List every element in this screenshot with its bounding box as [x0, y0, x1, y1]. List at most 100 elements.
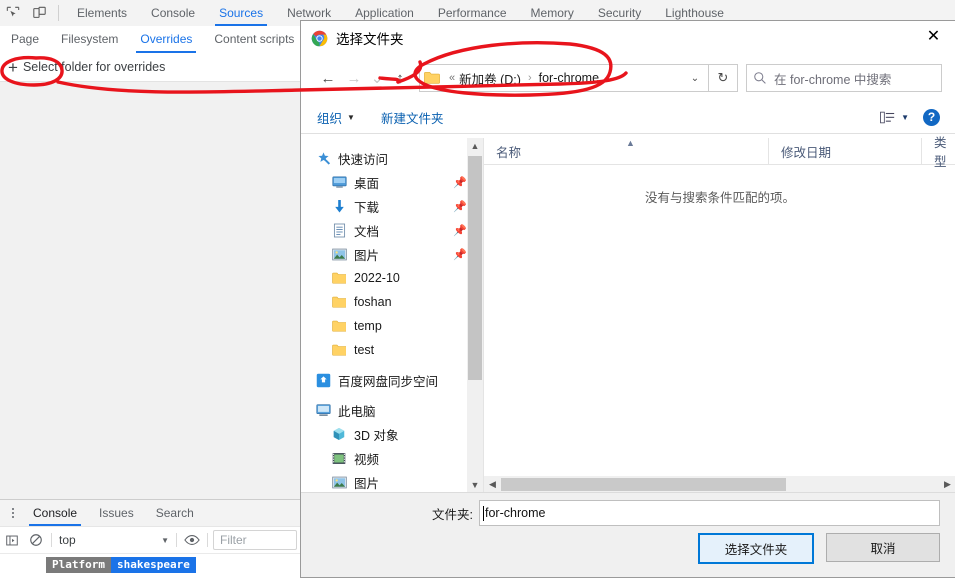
tree-item-label: 此电脑 — [338, 404, 376, 419]
breadcrumb-folder[interactable]: for-chrome — [539, 71, 599, 85]
search-icon — [754, 72, 766, 84]
column-header-name[interactable]: ▲ 名称 — [484, 138, 769, 164]
pin-icon[interactable]: 📌 — [453, 176, 467, 189]
drawer-tab-console[interactable]: Console — [22, 500, 88, 526]
folder-name-input[interactable]: for-chrome — [479, 500, 940, 526]
breadcrumb-separator-icon: › — [527, 72, 532, 84]
subtab-content-scripts[interactable]: Content scripts — [203, 26, 305, 53]
search-input[interactable]: 在 for-chrome 中搜索 — [746, 64, 942, 92]
organize-label: 组织 — [317, 111, 343, 126]
tree-item-temp[interactable]: temp — [301, 314, 483, 338]
tree-item-label: 图片 — [354, 248, 380, 263]
tree-item-label: 视频 — [354, 452, 380, 467]
live-expression-eye-icon[interactable] — [180, 528, 204, 552]
scrollbar-thumb[interactable] — [501, 478, 786, 491]
recent-locations-button[interactable]: ⌄ — [367, 65, 387, 91]
console-sidebar-toggle-icon[interactable] — [0, 528, 24, 552]
subtab-overrides[interactable]: Overrides — [129, 26, 203, 53]
tree-item-pictures-pc[interactable]: 图片 — [301, 470, 483, 493]
navigation-tree: 快速访问 桌面 📌 下载 📌 文档 📌 图片 📌 2022-10 foshan … — [301, 138, 484, 493]
inspect-element-icon[interactable] — [0, 1, 26, 25]
tree-item-quick-access[interactable]: 快速访问 — [301, 146, 483, 170]
tree-item-label: test — [354, 343, 375, 357]
badge-shakespeare: shakespeare — [110, 557, 196, 573]
tree-item-videos[interactable]: 视频 — [301, 446, 483, 470]
new-folder-button[interactable]: 新建文件夹 — [381, 108, 444, 127]
pin-icon[interactable]: 📌 — [453, 200, 467, 213]
refresh-button[interactable]: ↻ — [709, 64, 738, 92]
tree-item-2022-10[interactable]: 2022-10 — [301, 266, 483, 290]
folder-icon — [424, 72, 440, 84]
crumb-overflow-icon[interactable]: « — [449, 72, 455, 84]
address-breadcrumb-bar[interactable]: « 新加卷 (D:) › for-chrome ⌄ — [419, 64, 709, 92]
scroll-up-icon[interactable]: ▲ — [467, 138, 483, 154]
dialog-button-row: 选择文件夹 取消 — [301, 533, 955, 564]
view-list-icon — [880, 111, 895, 123]
tree-item-pictures[interactable]: 图片 📌 — [301, 242, 483, 266]
tree-item-label: temp — [354, 319, 382, 333]
column-label: 类型 — [934, 136, 947, 169]
column-label: 修改日期 — [781, 145, 832, 160]
chevron-down-icon: ▼ — [161, 535, 169, 545]
pin-icon[interactable]: 📌 — [453, 248, 467, 261]
drawer-tab-search[interactable]: Search — [145, 500, 205, 526]
dialog-footer: 文件夹: for-chrome 选择文件夹 取消 — [301, 492, 955, 577]
tab-console[interactable]: Console — [139, 0, 207, 26]
execution-context-select[interactable]: top ▼ — [55, 530, 173, 550]
tab-elements[interactable]: Elements — [65, 0, 139, 26]
close-icon[interactable]: ✕ — [911, 21, 955, 51]
pin-icon[interactable]: 📌 — [453, 224, 467, 237]
scroll-right-icon[interactable]: ▶ — [939, 479, 955, 490]
folder-name-row: 文件夹: for-chrome — [301, 493, 955, 533]
select-folder-confirm-button[interactable]: 选择文件夹 — [698, 533, 814, 564]
tree-item-this-pc[interactable]: 此电脑 — [301, 398, 483, 422]
select-folder-dialog: 选择文件夹 ✕ ← → ⌄ ↑ « 新加卷 (D:) › for-chrome … — [300, 20, 955, 578]
scroll-left-icon[interactable]: ◀ — [484, 479, 501, 490]
subtab-page[interactable]: Page — [0, 26, 50, 53]
tree-item-test[interactable]: test — [301, 338, 483, 362]
tree-item-foshan[interactable]: foshan — [301, 290, 483, 314]
chrome-logo-icon — [311, 30, 328, 46]
cancel-button[interactable]: 取消 — [826, 533, 940, 562]
scrollbar-thumb[interactable] — [468, 156, 482, 380]
toolbar-divider — [58, 5, 59, 21]
subtab-filesystem[interactable]: Filesystem — [50, 26, 129, 53]
column-header-row: ▲ 名称 修改日期 类型 — [484, 136, 955, 169]
tree-item-baidu-netdisk[interactable]: 百度网盘同步空间 — [301, 368, 483, 392]
organize-button[interactable]: 组织 ▼ — [317, 108, 355, 127]
dialog-navigation-bar: ← → ⌄ ↑ « 新加卷 (D:) › for-chrome ⌄ ↻ 在 fo… — [301, 55, 955, 101]
column-header-type[interactable]: 类型 — [922, 136, 955, 169]
list-horizontal-scrollbar[interactable]: ◀ ▶ — [484, 476, 955, 493]
clear-console-icon[interactable] — [24, 528, 48, 552]
select-folder-label: Select folder for overrides — [22, 60, 166, 74]
tree-item-label: 2022-10 — [354, 271, 400, 285]
column-header-date-modified[interactable]: 修改日期 — [769, 138, 922, 164]
up-one-level-button[interactable]: ↑ — [387, 65, 413, 91]
folder-name-value: for-chrome — [485, 506, 546, 520]
tree-vertical-scrollbar[interactable]: ▲ ▼ — [467, 138, 483, 493]
folder-icon — [331, 270, 347, 286]
console-filter-input[interactable]: Filter — [213, 530, 297, 550]
tab-sources[interactable]: Sources — [207, 0, 275, 26]
toolbar-divider — [207, 533, 208, 547]
sort-ascending-icon: ▲ — [626, 138, 635, 148]
breadcrumb-dropdown-icon[interactable]: ⌄ — [682, 73, 708, 84]
tree-item-documents[interactable]: 文档 📌 — [301, 218, 483, 242]
device-toolbar-icon[interactable] — [26, 1, 52, 25]
plus-icon: + — [8, 57, 18, 77]
dialog-title-bar: 选择文件夹 ✕ — [301, 21, 955, 55]
help-icon[interactable]: ? — [923, 108, 940, 126]
scroll-down-icon[interactable]: ▼ — [467, 477, 483, 493]
tree-item-desktop[interactable]: 桌面 📌 — [301, 170, 483, 194]
tree-item-label: 文档 — [354, 224, 380, 239]
quick-access-star-icon — [315, 150, 331, 166]
breadcrumb-drive[interactable]: 新加卷 (D:) — [459, 69, 521, 88]
more-options-icon[interactable] — [4, 500, 22, 526]
back-button[interactable]: ← — [315, 65, 341, 91]
view-mode-button[interactable]: ▼ — [880, 111, 909, 124]
empty-list-message: 没有与搜索条件匹配的项。 — [644, 191, 795, 205]
tree-item-3d-objects[interactable]: 3D 对象 — [301, 422, 483, 446]
drawer-tab-issues[interactable]: Issues — [88, 500, 145, 526]
tree-item-downloads[interactable]: 下载 📌 — [301, 194, 483, 218]
tree-item-label: 桌面 — [354, 176, 380, 191]
